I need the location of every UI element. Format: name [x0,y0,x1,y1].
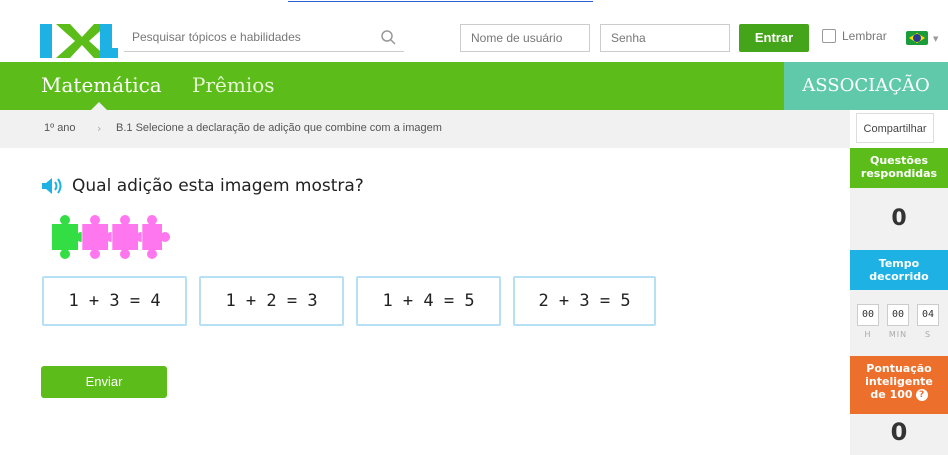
questions-answered-value: 0 [891,206,907,231]
tab-prizes[interactable]: Prêmios [192,73,275,97]
username-placeholder: Nome de usuário [471,31,563,45]
timer-hours-label: H [864,330,872,339]
questions-answered-header: Questões respondidas [850,148,948,188]
search-input[interactable]: Pesquisar tópicos e habilidades [124,24,404,52]
remember-label: Lembrar [842,29,887,43]
remember-toggle[interactable]: Lembrar [822,29,887,43]
progress-sidebar: Questões respondidas 0 Tempo decorrido 0… [850,148,948,455]
share-button[interactable]: Compartilhar [856,113,934,143]
breadcrumb-skill: B.1 Selecione a declaração de adição que… [116,122,442,134]
answer-choice-4[interactable]: 2 + 3 = 5 [513,276,656,326]
smart-score-label: Pontuação inteligente [865,362,933,388]
speaker-icon[interactable] [40,176,66,196]
puzzle-piece-green [52,215,86,259]
login-button[interactable]: Entrar [739,24,809,52]
timer-hours: 00 [857,304,879,326]
answer-choice-1[interactable]: 1 + 3 = 4 [42,276,187,326]
remember-checkbox[interactable] [822,29,836,43]
breadcrumb-grade[interactable]: 1º ano [44,122,76,134]
password-field[interactable]: Senha [600,24,730,52]
password-placeholder: Senha [611,31,646,45]
top-link-underline[interactable] [288,0,593,2]
username-field[interactable]: Nome de usuário [460,24,590,52]
puzzle-piece-pink-1 [82,215,116,259]
association-button[interactable]: ASSOCIAÇÃO [784,62,948,110]
brazil-flag-icon[interactable] [906,31,928,45]
puzzle-piece-pink-2 [112,215,146,259]
puzzle-piece-pink-3 [142,215,170,259]
question-text: Qual adição esta imagem mostra? [72,176,364,196]
breadcrumb: 1º ano › B.1 Selecione a declaração de a… [0,110,850,148]
timer-minutes: 00 [887,304,909,326]
smart-score-value: 0 [890,418,908,446]
submit-button[interactable]: Enviar [41,366,167,398]
smart-score-header: Pontuação inteligente de 100 ? [850,356,948,414]
chevron-down-icon[interactable]: ▼ [933,35,938,43]
chevron-right-icon: › [97,122,102,135]
timer-seconds-label: S [924,330,932,339]
puzzle-pieces-image [52,215,170,259]
timer-seconds: 04 [917,304,939,326]
active-tab-pointer [91,102,107,110]
smart-score-sub: de 100 [870,388,913,401]
help-icon[interactable]: ? [915,388,928,401]
ixl-logo[interactable] [40,24,118,58]
question: Qual adição esta imagem mostra? [40,176,364,196]
answer-choice-3[interactable]: 1 + 4 = 5 [356,276,501,326]
top-bar: Pesquisar tópicos e habilidades Nome de … [0,10,948,62]
tab-math[interactable]: Matemática [41,73,162,97]
time-elapsed-header: Tempo decorrido [850,250,948,290]
search-icon[interactable] [380,29,396,45]
timer-minutes-label: MIN [888,330,908,339]
main-nav: Matemática Prêmios ASSOCIAÇÃO [0,62,948,110]
search-placeholder: Pesquisar tópicos e habilidades [132,30,301,44]
answer-choice-2[interactable]: 1 + 2 = 3 [199,276,344,326]
